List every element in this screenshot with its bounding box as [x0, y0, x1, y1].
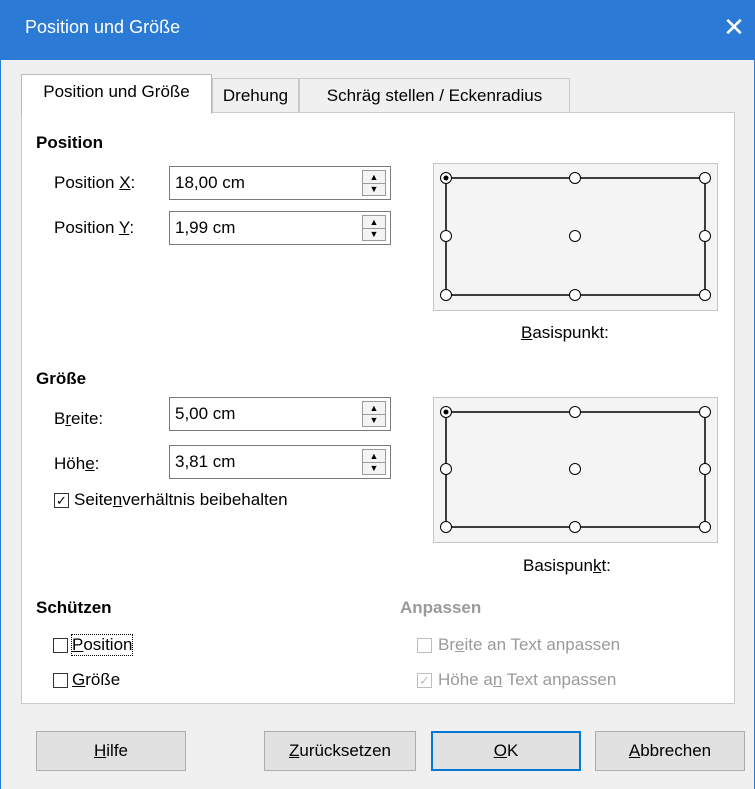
- position-y-field[interactable]: 1,99 cm ▲ ▼: [169, 211, 391, 245]
- base-point-middle-left: [440, 463, 452, 475]
- base-point-middle-left: [440, 230, 452, 242]
- base-point-middle-right: [699, 230, 711, 242]
- size-heading: Größe: [36, 369, 87, 388]
- base-point-grid[interactable]: [434, 164, 717, 310]
- ok-button[interactable]: OK: [431, 731, 581, 771]
- protect-position-checkbox[interactable]: [53, 638, 68, 653]
- size-base-point-label: Basispunkt:: [523, 556, 611, 575]
- base-point-bottom-right: [699, 521, 711, 533]
- position-x-label: Position X:: [54, 173, 136, 192]
- reset-button[interactable]: Zurücksetzen: [264, 731, 416, 771]
- position-x-spinner[interactable]: ▲ ▼: [362, 170, 386, 196]
- tab-position-size[interactable]: Position und Größe: [21, 74, 212, 114]
- tab-slant-corner-radius[interactable]: Schräg stellen / Eckenradius: [299, 78, 570, 114]
- base-point-bottom-center: [569, 521, 581, 533]
- position-base-point-label: Basispunkt:: [521, 323, 609, 342]
- close-icon[interactable]: ✕: [719, 12, 749, 42]
- position-size-dialog: Position und Größe ✕ Position und Größe …: [0, 0, 755, 789]
- base-point-top-right: [699, 406, 711, 418]
- position-base-point-selector[interactable]: [433, 163, 718, 311]
- base-point-bottom-left: [440, 521, 452, 533]
- spin-down-icon[interactable]: ▼: [363, 228, 385, 240]
- help-button[interactable]: Hilfe: [36, 731, 186, 771]
- fit-height-label: Höhe an Text anpassen: [438, 670, 617, 689]
- fit-width-checkbox: [417, 638, 432, 653]
- keep-ratio-checkbox[interactable]: ✓: [54, 493, 69, 508]
- width-value: 5,00 cm: [175, 404, 236, 423]
- selected-point-dot: [443, 175, 449, 181]
- protect-position-label[interactable]: Position: [70, 634, 134, 656]
- base-point-top-center: [569, 172, 581, 184]
- cancel-button[interactable]: Abbrechen: [595, 731, 745, 771]
- protect-heading: Schützen: [36, 598, 112, 617]
- base-point-middle-right: [699, 463, 711, 475]
- fit-width-label: Breite an Text anpassen: [438, 635, 621, 654]
- base-point-bottom-left: [440, 289, 452, 301]
- height-field[interactable]: 3,81 cm ▲ ▼: [169, 445, 391, 479]
- width-field[interactable]: 5,00 cm ▲ ▼: [169, 397, 391, 431]
- base-point-bottom-center: [569, 289, 581, 301]
- tab-rotation[interactable]: Drehung: [212, 78, 299, 114]
- fit-height-checkbox: ✓: [417, 673, 432, 688]
- position-y-spinner[interactable]: ▲ ▼: [362, 215, 386, 241]
- spin-down-icon[interactable]: ▼: [363, 414, 385, 426]
- height-label: Höhe:: [54, 454, 100, 473]
- height-value: 3,81 cm: [175, 452, 236, 471]
- position-x-field[interactable]: 18,00 cm ▲ ▼: [169, 166, 391, 200]
- adjust-heading: Anpassen: [400, 598, 482, 617]
- base-point-center: [569, 463, 581, 475]
- keep-ratio-label[interactable]: Seitenverhältnis beibehalten: [74, 490, 288, 510]
- title-bar[interactable]: Position und Größe ✕: [1, 0, 754, 60]
- spin-down-icon[interactable]: ▼: [363, 462, 385, 474]
- dialog-title: Position und Größe: [25, 17, 181, 37]
- base-point-bottom-right: [699, 289, 711, 301]
- width-spinner[interactable]: ▲ ▼: [362, 401, 386, 427]
- position-y-value: 1,99 cm: [175, 218, 236, 237]
- height-spinner[interactable]: ▲ ▼: [362, 449, 386, 475]
- base-point-top-center: [569, 406, 581, 418]
- base-point-grid[interactable]: [434, 398, 717, 542]
- protect-size-label[interactable]: Größe: [72, 670, 120, 690]
- width-label: Breite:: [54, 409, 104, 428]
- selected-point-dot: [443, 409, 449, 415]
- position-y-label: Position Y:: [54, 218, 135, 237]
- size-base-point-selector[interactable]: [433, 397, 718, 543]
- base-point-top-right: [699, 172, 711, 184]
- base-point-center: [569, 230, 581, 242]
- position-heading: Position: [36, 133, 104, 152]
- protect-size-checkbox[interactable]: [53, 673, 68, 688]
- spin-down-icon[interactable]: ▼: [363, 183, 385, 195]
- position-x-value: 18,00 cm: [175, 173, 245, 192]
